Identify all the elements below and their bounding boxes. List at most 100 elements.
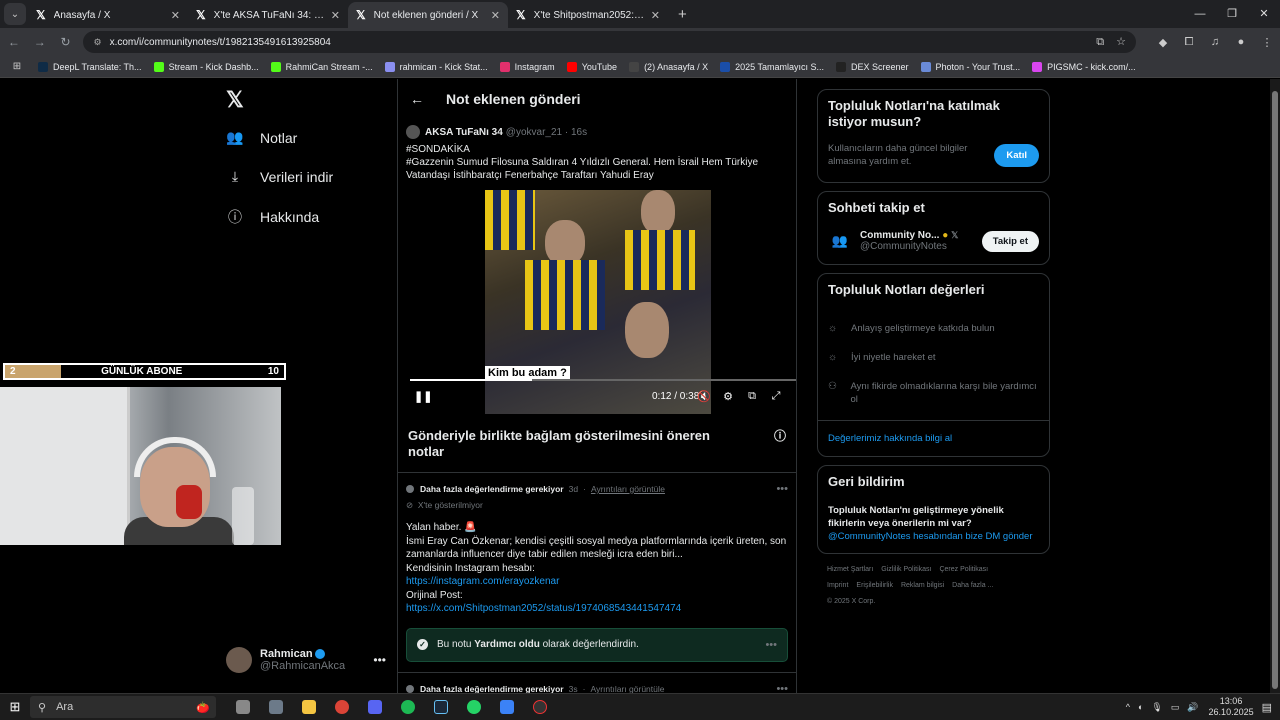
close-icon[interactable]: ✕	[171, 9, 180, 22]
task-view-icon[interactable]	[226, 696, 259, 718]
bookmark-item[interactable]: PIGSMC - kick.com/...	[1032, 61, 1136, 72]
site-info-icon[interactable]: ⚙	[93, 37, 101, 48]
more-icon[interactable]: •••	[776, 683, 788, 694]
close-icon[interactable]: ✕	[331, 9, 340, 22]
browser-tab[interactable]: 𝕏 X'te Shitpostman2052: "Olay ın ✕	[508, 2, 668, 28]
app-icon[interactable]	[259, 696, 292, 718]
extensions-puzzle-icon[interactable]: ⧠	[1176, 36, 1202, 49]
instagram-link[interactable]: https://instagram.com/erayozkenar	[406, 575, 788, 589]
post-handle[interactable]: @yokvar_21	[506, 127, 562, 138]
post[interactable]: AKSA TuFaNı 34 @yokvar_21 · 16s #SONDAKİ…	[398, 119, 796, 414]
network-icon[interactable]: ▭	[1171, 702, 1180, 713]
menu-icon[interactable]: ⋮	[1254, 36, 1280, 49]
nav-item-about[interactable]: ⓘ Hakkında	[226, 207, 319, 227]
bookmark-item[interactable]: RahmiCan Stream -...	[270, 61, 373, 72]
browser-tab-active[interactable]: 𝕏 Not eklenen gönderi / X ✕	[348, 2, 508, 28]
footer-links: Hizmet Şartları Gizlilik Politikası Çerez …	[817, 562, 1050, 610]
account-name[interactable]: Community No...	[860, 230, 939, 241]
join-button[interactable]: Katıl	[994, 143, 1039, 167]
bookmark-item[interactable]: Instagram	[499, 61, 555, 72]
values-link[interactable]: Değerlerimiz hakkında bilgi al	[828, 421, 1039, 448]
browser-tab[interactable]: 𝕏 Anasayfa / X ✕	[28, 2, 188, 28]
pause-icon[interactable]: ❚❚	[414, 390, 432, 403]
address-bar[interactable]: ⚙ x.com/i/communitynotes/t/1982135491613…	[83, 31, 1136, 53]
more-icon[interactable]: •••	[765, 639, 777, 651]
footer-link[interactable]: Erişilebilirlik	[856, 582, 893, 589]
post-author[interactable]: AKSA TuFaNı 34	[425, 127, 503, 138]
steam-icon[interactable]	[424, 696, 457, 718]
app-icon[interactable]	[490, 696, 523, 718]
avatar[interactable]	[406, 125, 420, 139]
bookmark-item[interactable]: rahmican - Kick Stat...	[384, 61, 488, 72]
chrome-icon[interactable]	[325, 696, 358, 718]
page-scrollbar[interactable]	[1270, 79, 1280, 693]
settings-icon[interactable]: ⚙	[716, 390, 740, 403]
star-icon[interactable]: ☆	[1116, 36, 1126, 48]
reload-icon[interactable]: ↻	[54, 35, 78, 49]
info-icon[interactable]: ⓘ	[774, 428, 786, 460]
nav-item-notlar[interactable]: 👥 Notlar	[226, 129, 297, 146]
file-explorer-icon[interactable]	[292, 696, 325, 718]
account-switcher[interactable]: Rahmican @RahmicanAkca •••	[226, 647, 386, 673]
post-time[interactable]: 16s	[571, 127, 587, 138]
video-progress-bar[interactable]	[410, 379, 796, 381]
footer-link[interactable]: Reklam bilgisi	[901, 582, 944, 589]
close-icon[interactable]: ✕	[491, 9, 500, 22]
more-icon[interactable]: •••	[776, 483, 788, 495]
windows-start-icon[interactable]: ⊞	[0, 699, 30, 715]
notification-icon[interactable]: ▤	[1262, 701, 1272, 714]
bookmark-item[interactable]: (2) Anasayfa / X	[629, 61, 708, 72]
media-icon[interactable]: ♫	[1202, 36, 1228, 49]
footer-link[interactable]: Gizlilik Politikası	[881, 566, 931, 573]
mic-icon[interactable]: 🎙	[1151, 702, 1162, 713]
bookmark-item[interactable]: YouTube	[566, 61, 617, 72]
more-icon[interactable]: •••	[373, 653, 386, 667]
account-handle[interactable]: @CommunityNotes	[860, 241, 958, 252]
restore-icon[interactable]: ❐	[1216, 0, 1248, 28]
scroll-thumb[interactable]	[1272, 91, 1278, 689]
taskbar-search[interactable]: ⚲ Ara 🍅	[30, 696, 216, 718]
profile-icon[interactable]: ●	[1228, 36, 1254, 49]
bookmark-item[interactable]: Photon - Your Trust...	[920, 61, 1020, 72]
apps-grid-icon[interactable]: ⊞	[6, 61, 28, 72]
nav-item-download[interactable]: ⤓ Verileri indir	[226, 168, 333, 185]
x-logo-icon[interactable]: 𝕏	[226, 87, 244, 113]
discord-icon[interactable]	[358, 696, 391, 718]
close-icon[interactable]: ✕	[651, 9, 660, 22]
back-arrow-icon[interactable]: ←	[410, 91, 424, 107]
footer-link[interactable]: Çerez Politikası	[939, 566, 988, 573]
footer-link[interactable]: Daha fazla ...	[952, 582, 993, 589]
obs-icon[interactable]	[523, 696, 556, 718]
details-link[interactable]: Ayrıntıları görüntüle	[591, 484, 665, 494]
video-player[interactable]: Kim bu adam ? ❚❚ 0:12 / 0:38 🔇 ⚙ ⧉ ⤢	[404, 190, 796, 414]
footer-link[interactable]: © 2025 X Corp.	[827, 598, 875, 605]
follow-button[interactable]: Takip et	[981, 230, 1039, 252]
clock[interactable]: 13:06 26.10.2025	[1209, 696, 1254, 718]
bookmark-item[interactable]: DeepL Translate: Th...	[38, 61, 142, 72]
feedback-link[interactable]: @CommunityNotes hesabından bize DM gönde…	[828, 530, 1039, 545]
bookmark-item[interactable]: Stream - Kick Dashb...	[153, 61, 259, 72]
bookmark-item[interactable]: DEX Screener	[835, 61, 909, 72]
close-window-icon[interactable]: ✕	[1248, 0, 1280, 28]
install-icon[interactable]: ⧉	[1096, 36, 1104, 48]
pip-icon[interactable]: ⧉	[740, 390, 764, 403]
spotify-icon[interactable]	[391, 696, 424, 718]
tray-app-icon[interactable]: ◐	[1138, 702, 1143, 712]
footer-link[interactable]: Imprint	[827, 582, 848, 589]
footer-link[interactable]: Hizmet Şartları	[827, 566, 873, 573]
fullscreen-icon[interactable]: ⤢	[764, 390, 788, 403]
extension-icon[interactable]: ◆	[1150, 36, 1176, 49]
back-icon[interactable]: ←	[2, 35, 26, 49]
browser-tab[interactable]: 𝕏 X'te AKSA TuFaNı 34: "#SONDA ✕	[188, 2, 348, 28]
chevron-up-icon[interactable]: ^	[1126, 702, 1130, 712]
tab-search-button[interactable]: ⌄	[4, 3, 26, 25]
new-tab-button[interactable]: +	[678, 6, 687, 23]
bookmark-item[interactable]: 2025 Tamamlayıcı S...	[720, 61, 824, 72]
original-post-link[interactable]: https://x.com/Shitpostman2052/status/197…	[406, 602, 788, 616]
whatsapp-icon[interactable]	[457, 696, 490, 718]
minimize-icon[interactable]: —	[1184, 0, 1216, 28]
volume-icon[interactable]: 🔊	[1187, 702, 1198, 713]
mute-icon[interactable]: 🔇	[692, 390, 716, 403]
details-link[interactable]: Ayrıntıları görüntüle	[590, 684, 664, 694]
forward-icon[interactable]: →	[28, 35, 52, 49]
